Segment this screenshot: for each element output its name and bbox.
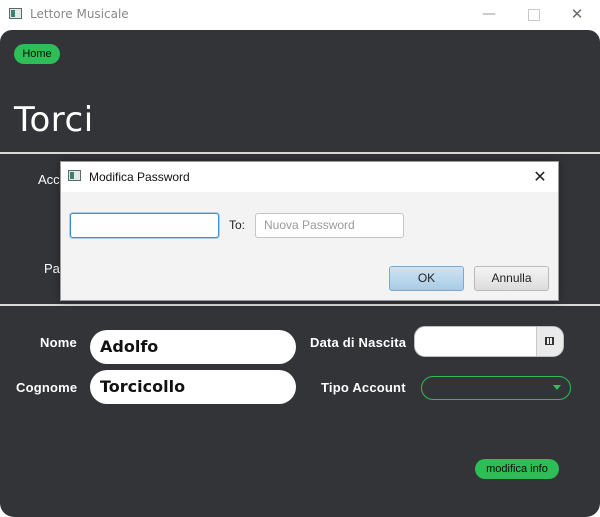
close-window-button[interactable]: ✕ — [554, 0, 600, 30]
to-label: To: — [229, 218, 246, 232]
tipo-account-label: Tipo Account — [321, 380, 406, 395]
page-title: Torci — [14, 100, 94, 140]
close-dialog-button[interactable]: ✕ — [528, 165, 552, 189]
modifica-password-dialog: Modifica Password ✕ To: Nuova Password O… — [60, 161, 559, 301]
data-nascita-label: Data di Nascita — [310, 335, 407, 350]
app-icon — [68, 170, 81, 181]
divider — [0, 152, 600, 154]
cognome-label: Cognome — [16, 380, 78, 395]
chevron-down-icon — [553, 385, 561, 390]
maximize-icon — [528, 9, 540, 21]
nome-label: Nome — [40, 335, 77, 350]
divider — [0, 304, 600, 306]
window-titlebar: Lettore Musicale — ✕ — [0, 0, 600, 30]
modifica-info-button[interactable]: modifica info — [475, 459, 559, 479]
maximize-button[interactable] — [510, 0, 556, 30]
minimize-button[interactable]: — — [466, 0, 512, 30]
calendar-button[interactable] — [536, 327, 563, 356]
dialog-titlebar: Modifica Password ✕ — [61, 162, 558, 192]
calendar-icon — [545, 337, 554, 345]
current-password-input[interactable] — [70, 213, 219, 238]
tipo-account-select[interactable] — [421, 376, 571, 400]
window-title: Lettore Musicale — [30, 7, 129, 21]
account-label-partial: Acc — [38, 172, 60, 187]
cancel-button[interactable]: Annulla — [474, 266, 549, 291]
app-icon — [9, 8, 22, 19]
cognome-field[interactable]: Torcicollo — [90, 370, 296, 404]
new-password-input[interactable]: Nuova Password — [255, 213, 404, 238]
data-nascita-picker[interactable] — [414, 326, 564, 357]
ok-button[interactable]: OK — [389, 266, 464, 291]
password-label-partial: Pa — [44, 261, 60, 276]
dialog-title: Modifica Password — [89, 170, 190, 184]
nome-field[interactable]: Adolfo — [90, 330, 296, 364]
home-button[interactable]: Home — [14, 44, 60, 64]
